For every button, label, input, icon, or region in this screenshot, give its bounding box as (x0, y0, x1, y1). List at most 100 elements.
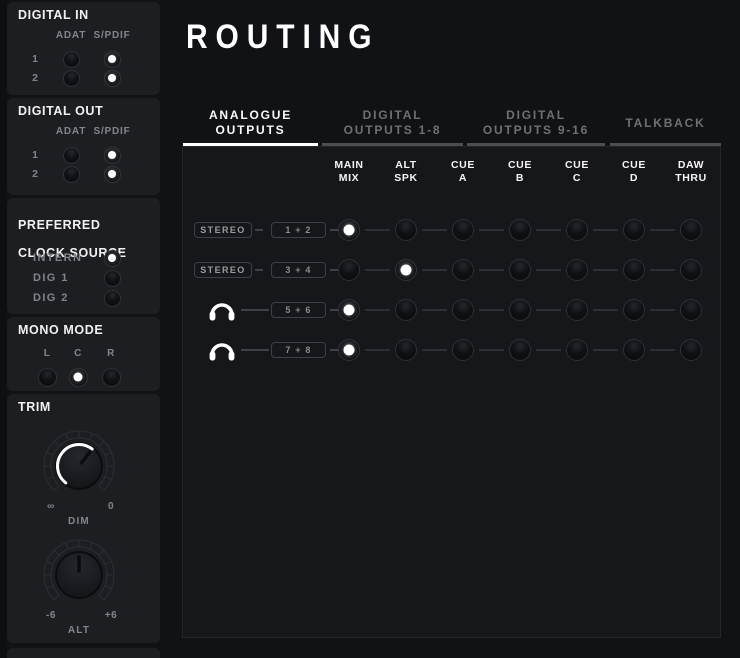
routing-radio-5-6-cue-b[interactable] (509, 299, 531, 321)
routing-radio-3-4-cue-b[interactable] (509, 259, 531, 281)
routing-radio-5-6-daw-thru[interactable] (680, 299, 702, 321)
routing-radio-5-6-cue-d[interactable] (623, 299, 645, 321)
window-edge (0, 0, 7, 658)
connector-line (422, 349, 447, 351)
routing-radio-3-4-cue-c[interactable] (566, 259, 588, 281)
routing-radio-1-2-main-mix[interactable] (338, 219, 360, 241)
connector-line (422, 309, 447, 311)
routing-radio-1-2-cue-c[interactable] (566, 219, 588, 241)
headphones-icon (208, 340, 236, 361)
routing-radio-5-6-cue-a[interactable] (452, 299, 474, 321)
routing-radio-5-6-main-mix[interactable] (338, 299, 360, 321)
column-header-cue-d: CUE D (622, 159, 646, 184)
tab-label: ANALOGUE OUTPUTS (208, 108, 293, 137)
connector-line (650, 229, 675, 231)
routing-radio-7-8-alt-spk[interactable] (395, 339, 417, 361)
stereo-badge[interactable]: STEREO (194, 222, 252, 238)
dim-max-label: 0 (107, 501, 115, 512)
connector-line (536, 349, 561, 351)
connector-line (479, 309, 504, 311)
routing-row-7-8: 7 + 8 (183, 339, 722, 361)
s-pdif-radio[interactable] (103, 69, 121, 87)
tab-digital-outputs-9-16[interactable]: DIGITAL OUTPUTS 9-16 (467, 94, 605, 146)
tab-talkback[interactable]: TALKBACK (610, 94, 721, 146)
clock-option-label-dig-2: DIG 2 (33, 292, 69, 304)
clock-option-radio-intern[interactable] (103, 249, 121, 267)
tab-analogue-outputs[interactable]: ANALOGUE OUTPUTS (183, 94, 318, 146)
headphones-icon (208, 300, 236, 321)
routing-radio-3-4-cue-a[interactable] (452, 259, 474, 281)
connector-line (365, 269, 390, 271)
adat-radio[interactable] (62, 146, 80, 164)
adat-radio[interactable] (62, 50, 80, 68)
clock-option-label-intern: INTERN (33, 252, 83, 264)
connector-line (593, 229, 618, 231)
tab-digital-outputs-1-8[interactable]: DIGITAL OUTPUTS 1-8 (322, 94, 463, 146)
routing-radio-1-2-alt-spk[interactable] (395, 219, 417, 241)
mono-option-radio-l[interactable] (37, 367, 57, 387)
mono-option-radio-r[interactable] (101, 367, 121, 387)
connector-line (650, 349, 675, 351)
s-pdif-radio[interactable] (103, 50, 121, 68)
clock-source-section: PREFERRED CLOCK SOURCE INTERN DIG 1 DIG 2 (7, 198, 160, 314)
routing-radio-1-2-daw-thru[interactable] (680, 219, 702, 241)
routing-radio-7-8-cue-c[interactable] (566, 339, 588, 361)
s-pdif-radio[interactable] (103, 165, 121, 183)
channel-number-label: 2 (32, 168, 38, 180)
clock-title-line1: PREFERRED (18, 218, 101, 232)
dim-min-label: ∞ (47, 501, 55, 512)
clock-option-radio-dig-2[interactable] (103, 289, 121, 307)
alt-max-label: +6 (104, 610, 118, 621)
connector-line (650, 269, 675, 271)
mono-option-label-c: C (74, 348, 82, 359)
routing-radio-7-8-cue-d[interactable] (623, 339, 645, 361)
digital-out-section: DIGITAL OUT ADAT S/PDIF 1 2 (7, 98, 160, 195)
radio-dot (108, 254, 116, 262)
connector-line (593, 269, 618, 271)
dim-knob-label: DIM (68, 516, 90, 527)
s-pdif-column-label: S/PDIF (93, 126, 131, 137)
tab-label: DIGITAL OUTPUTS 1-8 (343, 108, 442, 137)
connector-dash (330, 309, 338, 311)
connector-line (536, 309, 561, 311)
routing-radio-3-4-main-mix[interactable] (338, 259, 360, 281)
clock-option-radio-dig-1[interactable] (103, 269, 121, 287)
connector-line (650, 309, 675, 311)
s-pdif-radio[interactable] (103, 146, 121, 164)
alt-min-label: -6 (46, 610, 56, 621)
channel-number-label: 1 (32, 53, 38, 65)
column-header-main-mix: MAIN MIX (334, 159, 364, 184)
routing-radio-3-4-daw-thru[interactable] (680, 259, 702, 281)
column-header-cue-a: CUE A (451, 159, 475, 184)
column-header-daw-thru: DAW THRU (675, 159, 707, 184)
column-header-alt-spk: ALT SPK (394, 159, 418, 184)
connector-line (479, 269, 504, 271)
routing-radio-7-8-main-mix[interactable] (338, 339, 360, 361)
connector-line (241, 349, 269, 351)
routing-radio-3-4-cue-d[interactable] (623, 259, 645, 281)
alt-knob[interactable] (39, 535, 119, 615)
radio-dot (108, 74, 116, 82)
connector-line (593, 309, 618, 311)
routing-radio-1-2-cue-b[interactable] (509, 219, 531, 241)
stereo-badge[interactable]: STEREO (194, 262, 252, 278)
channel-pair-badge: 3 + 4 (271, 262, 326, 278)
adat-radio[interactable] (62, 165, 80, 183)
mono-option-label-l: L (43, 348, 51, 359)
adat-radio[interactable] (62, 69, 80, 87)
alt-knob-label: ALT (67, 625, 91, 636)
routing-radio-1-2-cue-d[interactable] (623, 219, 645, 241)
routing-radio-7-8-cue-a[interactable] (452, 339, 474, 361)
dim-knob[interactable] (39, 426, 119, 506)
routing-radio-5-6-cue-c[interactable] (566, 299, 588, 321)
radio-dot (400, 264, 412, 276)
routing-radio-7-8-daw-thru[interactable] (680, 339, 702, 361)
routing-radio-7-8-cue-b[interactable] (509, 339, 531, 361)
column-header-cue-b: CUE B (508, 159, 532, 184)
routing-radio-5-6-alt-spk[interactable] (395, 299, 417, 321)
routing-radio-1-2-cue-a[interactable] (452, 219, 474, 241)
routing-radio-3-4-alt-spk[interactable] (395, 259, 417, 281)
radio-dot (343, 344, 355, 356)
mono-option-label-r: R (107, 348, 115, 359)
mono-option-radio-c[interactable] (68, 367, 88, 387)
